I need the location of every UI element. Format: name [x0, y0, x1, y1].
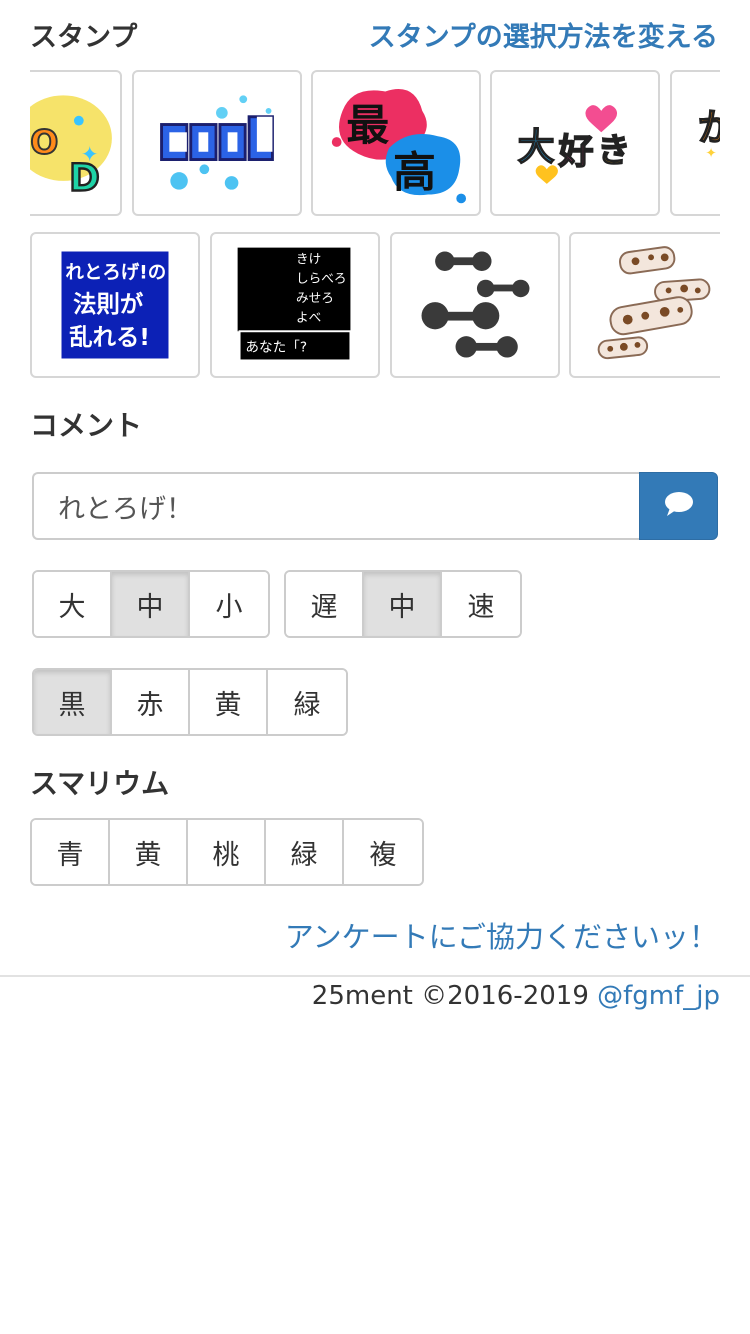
stamp-row-1: O D ✦ 最 高 大 好 き ✦ [30, 70, 720, 220]
smarium-section-title: スマリウム [30, 767, 170, 800]
color-option-4[interactable]: 緑 [268, 670, 346, 734]
stamp-header: スタンプ スタンプの選択方法を変える [30, 14, 718, 54]
survey-link[interactable]: アンケートにご協力くださいッ！ [285, 914, 718, 956]
send-comment-button[interactable] [639, 472, 718, 540]
comment-section-title: コメント [30, 409, 143, 442]
change-stamp-method-link[interactable]: スタンプの選択方法を変える [369, 15, 718, 54]
color-option-3[interactable]: 黄 [190, 670, 268, 734]
svg-text:きけ: きけ [296, 251, 321, 266]
size-option-3[interactable]: 小 [190, 572, 268, 636]
svg-text:しらべろ: しらべろ [296, 271, 347, 286]
smarium-option-5[interactable]: 複 [344, 820, 422, 884]
svg-text:みせろ: みせろ [296, 290, 334, 305]
svg-text:あなた「?: あなた「? [245, 340, 307, 356]
svg-text:最: 最 [346, 101, 389, 151]
macaroni-stamp[interactable] [569, 232, 720, 378]
saikou-stamp[interactable]: 最 高 [311, 70, 481, 216]
rpg-dialog-stamp[interactable]: きけ しらべろ みせろ よべ あなた「? [210, 232, 380, 378]
svg-text:き: き [597, 130, 630, 169]
svg-text:よべ: よべ [296, 310, 321, 325]
svg-text:大: 大 [518, 126, 555, 169]
svg-text:高: 高 [393, 148, 436, 198]
smarium-option-3[interactable]: 桃 [188, 820, 266, 884]
smarium-option-4[interactable]: 緑 [266, 820, 344, 884]
size-button-group: 大中小 [32, 570, 270, 638]
svg-text:乱れる!: 乱れる! [69, 323, 150, 351]
svg-text:✦: ✦ [81, 142, 99, 167]
svg-text:✦: ✦ [705, 146, 716, 162]
stamp-section-title: スタンプ [30, 21, 138, 53]
svg-text:か: か [698, 106, 720, 149]
footer: 25ment ©2016-2019 @fgmf_jp [312, 981, 720, 1011]
smarium-button-group: 青黄桃緑複 [30, 818, 424, 886]
good-stamp[interactable]: O D ✦ [30, 70, 122, 216]
speed-button-group: 遅中速 [284, 570, 522, 638]
speed-option-3[interactable]: 速 [442, 572, 520, 636]
svg-text:O: O [30, 123, 58, 162]
size-option-2[interactable]: 中 [112, 572, 190, 636]
smarium-option-2[interactable]: 黄 [110, 820, 188, 884]
cool-stamp[interactable] [132, 70, 302, 216]
svg-text:法則が: 法則が [73, 290, 144, 318]
svg-text:好: 好 [557, 132, 593, 172]
retorogee-law-stamp[interactable]: れとろげ!の 法則が 乱れる! [30, 232, 200, 378]
color-option-1[interactable]: 黒 [34, 670, 112, 734]
speed-option-2[interactable]: 中 [364, 572, 442, 636]
comment-icon [663, 491, 695, 521]
twitter-handle-link[interactable]: @fgmf_jp [597, 981, 720, 1011]
color-option-2[interactable]: 赤 [112, 670, 190, 734]
partial-stamp[interactable]: か ✦ [670, 70, 720, 216]
speed-option-1[interactable]: 遅 [286, 572, 364, 636]
dumbbell-stamp[interactable] [390, 232, 560, 378]
daisuki-stamp[interactable]: 大 好 き [490, 70, 660, 216]
copyright-text: 25ment ©2016-2019 [311, 981, 598, 1011]
color-button-group: 黒赤黄緑 [32, 668, 348, 736]
comment-input-group [32, 472, 718, 540]
stamp-row-2: れとろげ!の 法則が 乱れる! きけ しらべろ みせろ よべ あなた「? [30, 232, 720, 382]
comment-input[interactable] [32, 472, 639, 540]
size-option-1[interactable]: 大 [34, 572, 112, 636]
smarium-option-1[interactable]: 青 [32, 820, 110, 884]
footer-divider [0, 975, 750, 977]
svg-text:れとろげ!の: れとろげ!の [65, 263, 166, 284]
